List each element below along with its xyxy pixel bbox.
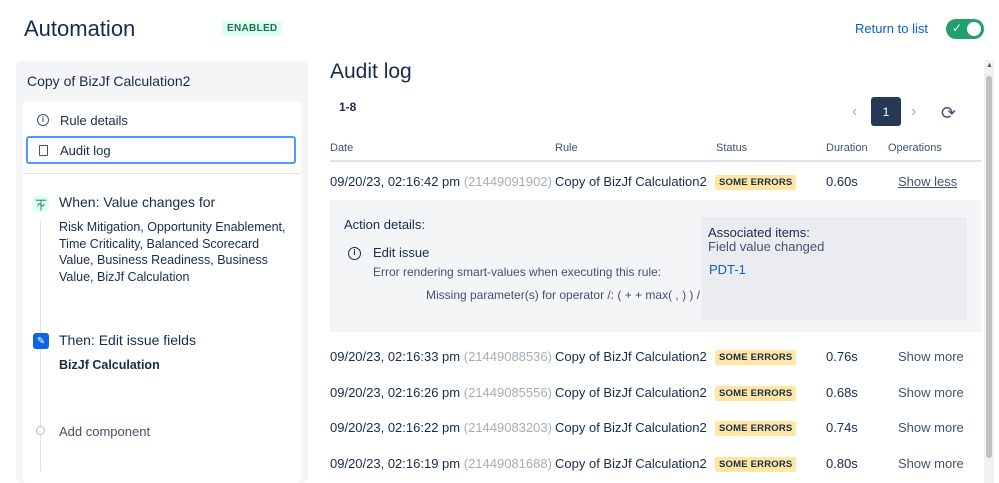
check-icon: ✓ <box>952 21 963 35</box>
status-badge: SOME ERRORS <box>715 386 797 401</box>
edit-icon: ✎ <box>33 333 49 349</box>
scroll-thumb[interactable] <box>986 76 992 458</box>
nav-rule-details[interactable]: i Rule details <box>26 106 296 134</box>
info-icon: i <box>36 113 50 127</box>
row-rule: Copy of BizJf Calculation2 <box>555 174 707 189</box>
toggle-knob <box>967 22 981 36</box>
column-header-status: Status <box>716 142 748 154</box>
table-row: 09/20/23, 02:16:26 pm (21449085556) Copy… <box>330 385 981 419</box>
page-1-button[interactable]: 1 <box>871 97 901 126</box>
table-row: 09/20/23, 02:16:22 pm (21449083203) Copy… <box>330 420 981 454</box>
trigger-title[interactable]: When: Value changes for <box>59 194 215 210</box>
rule-name: Copy of BizJf Calculation2 <box>27 73 191 89</box>
action-details-title: Action details: <box>344 217 425 232</box>
info-icon: i <box>348 247 361 260</box>
row-date: 09/20/23, 02:16:42 pm (21449091902) <box>330 174 552 189</box>
associated-items-subtitle: Field value changed <box>708 239 825 254</box>
row-date: 09/20/23, 02:16:22 pm (21449083203) <box>330 420 552 435</box>
return-to-list-link[interactable]: Return to list <box>855 21 928 36</box>
show-more-link[interactable]: Show more <box>898 420 964 435</box>
status-badge: SOME ERRORS <box>715 457 797 472</box>
show-more-link[interactable]: Show more <box>898 385 964 400</box>
divider <box>23 173 301 174</box>
nav-audit-log[interactable]: Audit log <box>26 136 296 164</box>
status-badge: SOME ERRORS <box>715 175 797 190</box>
result-range: 1-8 <box>339 100 357 114</box>
add-component-dot <box>36 426 45 435</box>
row-date: 09/20/23, 02:16:26 pm (21449085556) <box>330 385 552 400</box>
column-header-duration: Duration <box>826 142 868 154</box>
header-divider <box>330 160 981 162</box>
status-badge: SOME ERRORS <box>715 421 797 436</box>
action-title[interactable]: Then: Edit issue fields <box>59 332 196 348</box>
row-duration: 0.74s <box>826 420 858 435</box>
trigger-icon: ⏇ <box>33 196 49 212</box>
row-rule: Copy of BizJf Calculation2 <box>555 349 707 364</box>
action-description: BizJf Calculation <box>59 358 160 372</box>
table-row: 09/20/23, 02:16:33 pm (21449088536) Copy… <box>330 349 981 383</box>
scroll-up-icon[interactable]: ▲ <box>986 62 993 69</box>
app-title: Automation <box>24 16 136 41</box>
associated-items-title: Associated items: <box>708 225 810 240</box>
show-less-link[interactable]: Show less <box>898 174 957 189</box>
column-header-operations: Operations <box>888 142 942 154</box>
show-more-link[interactable]: Show more <box>898 349 964 364</box>
row-duration: 0.68s <box>826 385 858 400</box>
row-rule: Copy of BizJf Calculation2 <box>555 420 707 435</box>
nav-rule-details-label: Rule details <box>60 112 128 128</box>
row-duration: 0.76s <box>826 349 858 364</box>
add-component-button[interactable]: Add component <box>59 424 150 439</box>
rule-enabled-toggle[interactable]: ✓ <box>946 19 984 39</box>
sidebar-panel: i Rule details Audit log ⏇ When: Value c… <box>23 101 301 483</box>
associated-items-panel: Associated items: Field value changed PD… <box>702 217 967 320</box>
column-header-rule: Rule <box>555 142 578 154</box>
status-badge: SOME ERRORS <box>715 350 797 365</box>
row-rule: Copy of BizJf Calculation2 <box>555 385 707 400</box>
show-more-link[interactable]: Show more <box>898 456 964 471</box>
error-message: Missing parameter(s) for operator /: ( +… <box>426 288 701 302</box>
enabled-badge: ENABLED <box>222 21 283 36</box>
action-name: Edit issue <box>373 245 430 260</box>
column-header-date: Date <box>330 142 354 154</box>
chevron-left-icon[interactable]: ‹ <box>852 103 857 121</box>
nav-audit-log-label: Audit log <box>60 142 111 158</box>
table-row: 09/20/23, 02:16:19 pm (21449081688) Copy… <box>330 456 981 483</box>
row-duration: 0.80s <box>826 456 858 471</box>
document-icon <box>36 143 50 157</box>
trigger-description: Risk Mitigation, Opportunity Enablement,… <box>59 220 286 284</box>
row-date: 09/20/23, 02:16:33 pm (21449088536) <box>330 349 552 364</box>
scrollbar[interactable]: ▲ <box>984 60 994 483</box>
row-date: 09/20/23, 02:16:19 pm (21449081688) <box>330 456 552 471</box>
action-error: Error rendering smart-values when execut… <box>373 265 662 279</box>
row-rule: Copy of BizJf Calculation2 <box>555 456 707 471</box>
issue-link[interactable]: PDT-1 <box>709 262 746 277</box>
page-title: Audit log <box>330 60 412 83</box>
row-duration: 0.60s <box>826 174 858 189</box>
rule-sidebar: Copy of BizJf Calculation2 i Rule detail… <box>16 61 308 483</box>
chevron-right-icon[interactable]: › <box>911 103 916 121</box>
refresh-icon[interactable]: ⟳ <box>941 103 956 124</box>
action-details-panel: Action details: i Edit issue Error rende… <box>330 200 981 332</box>
